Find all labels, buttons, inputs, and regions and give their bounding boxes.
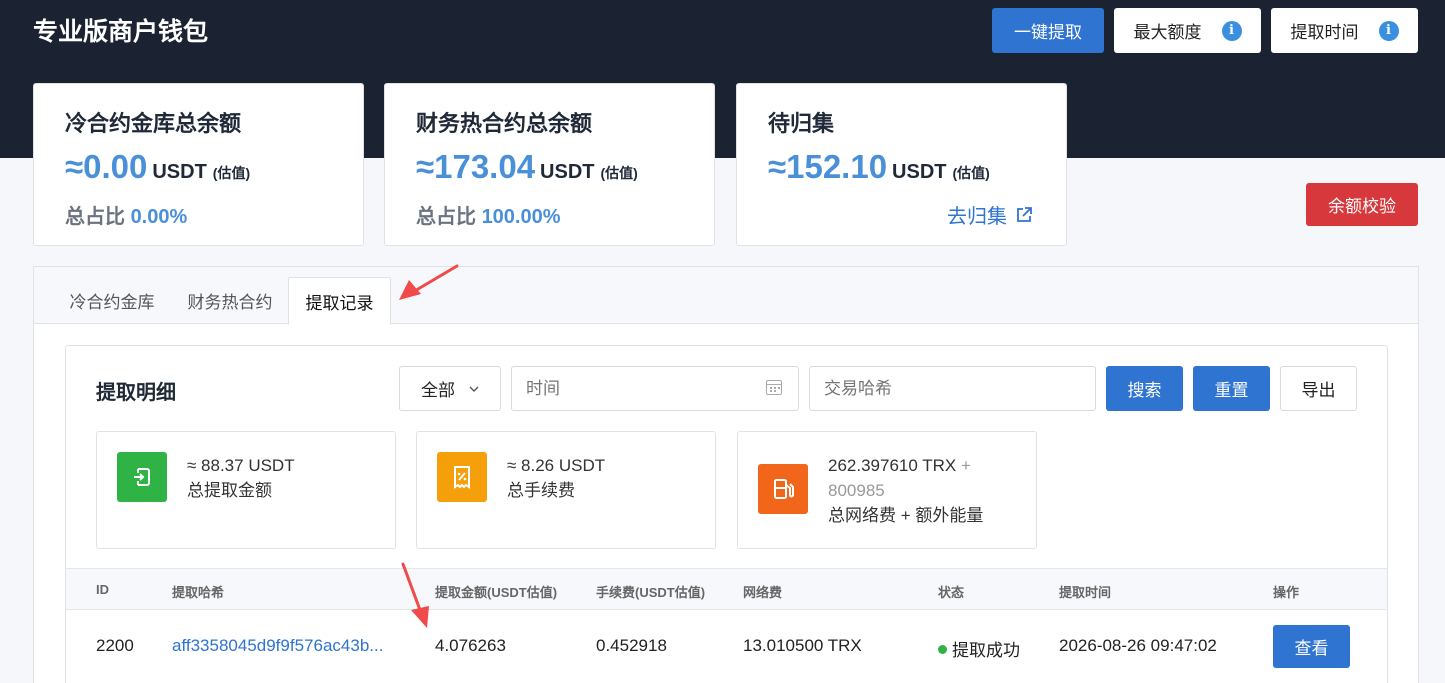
col-hash: 提取哈希 <box>172 585 225 600</box>
withdraw-button-label: 一键提取 <box>1014 23 1082 42</box>
withdraw-detail-panel: 提取明细 全部 搜索 重置 导出 ≈ 88.37 USDT 总提取金额 ≈ 8.… <box>65 345 1388 683</box>
fuel-pump-icon <box>758 464 808 514</box>
card-amount: ≈173.04 USDT (估值) <box>416 148 638 186</box>
card-title: 待归集 <box>768 111 835 136</box>
section-title: 提取明细 <box>96 382 176 404</box>
tab-cold-vault[interactable]: 冷合约金库 <box>52 277 172 324</box>
amount-unit: USDT <box>892 161 947 183</box>
chevron-down-icon <box>469 386 479 392</box>
ratio-value: 0.00% <box>130 206 188 228</box>
summary-label: 总提取金额 <box>187 481 272 500</box>
one-click-withdraw-button[interactable]: 一键提取 <box>992 8 1104 53</box>
withdraw-time-label: 提取时间 <box>1290 23 1359 42</box>
card-title: 财务热合约总余额 <box>416 111 593 136</box>
status-filter-select[interactable]: 全部 <box>399 366 501 411</box>
summary-value: ≈ 8.26 USDT <box>507 456 606 475</box>
max-amount-button[interactable]: 最大额度 i <box>1114 8 1261 53</box>
summary-text: ≈ 88.37 USDT 总提取金额 <box>187 453 295 503</box>
card-ratio: 总占比 0.00% <box>65 200 187 229</box>
row-id: 2200 <box>96 636 134 655</box>
reset-button[interactable]: 重置 <box>1193 366 1270 411</box>
summary-label: 总手续费 <box>507 481 575 500</box>
table-header: ID 提取哈希 提取金额(USDT估值) 手续费(USDT估值) 网络费 状态 … <box>66 568 1387 610</box>
card-amount: ≈152.10 USDT (估值) <box>768 148 990 186</box>
tab-hot-contract[interactable]: 财务热合约 <box>172 277 288 324</box>
view-button[interactable]: 查看 <box>1273 625 1350 668</box>
summary-label: 总网络费 + 额外能量 <box>828 506 984 525</box>
withdraw-icon <box>117 452 167 502</box>
col-fee: 手续费(USDT估值) <box>596 585 706 600</box>
summary-text: ≈ 8.26 USDT 总手续费 <box>507 453 605 503</box>
summary-extra-value: 800985 <box>828 481 885 500</box>
summary-value: 262.397610 TRX <box>828 456 957 475</box>
info-icon: i <box>1378 20 1399 41</box>
withdraw-time-button[interactable]: 提取时间 i <box>1271 8 1418 53</box>
row-network-fee: 13.010500 TRX <box>743 636 862 655</box>
amount-unit: USDT <box>540 161 595 183</box>
card-title: 冷合约金库总余额 <box>65 111 242 136</box>
col-amount: 提取金额(USDT估值) <box>435 585 558 600</box>
status-dot-icon <box>938 645 947 655</box>
summary-text: 262.397610 TRX + 800985 总网络费 + 额外能量 <box>828 453 983 528</box>
amount-estimate: (估值) <box>952 165 990 181</box>
pending-collect-card: 待归集 ≈152.10 USDT (估值) 去归集 <box>736 83 1067 246</box>
balance-verify-button[interactable]: 余额校验 <box>1306 183 1418 226</box>
go-collect-label: 去归集 <box>947 206 1007 228</box>
ratio-label: 总占比 <box>65 206 125 228</box>
row-status: 提取成功 <box>938 636 1020 661</box>
col-status: 状态 <box>938 585 965 600</box>
go-collect-link[interactable]: 去归集 <box>947 200 1033 229</box>
col-id: ID <box>96 582 109 597</box>
total-withdraw-summary: ≈ 88.37 USDT 总提取金额 <box>96 431 396 549</box>
search-button[interactable]: 搜索 <box>1106 366 1183 411</box>
row-time: 2026-08-26 09:47:02 <box>1059 636 1217 655</box>
info-icon: i <box>1221 20 1242 41</box>
max-amount-label: 最大额度 <box>1133 23 1202 42</box>
page-title: 专业版商户钱包 <box>33 18 209 46</box>
tab-withdraw-records[interactable]: 提取记录 <box>288 277 391 325</box>
amount-unit: USDT <box>152 161 207 183</box>
hot-contract-card: 财务热合约总余额 ≈173.04 USDT (估值) 总占比 100.00% <box>384 83 715 246</box>
row-fee: 0.452918 <box>596 636 667 655</box>
amount-estimate: (估值) <box>212 165 251 181</box>
export-button[interactable]: 导出 <box>1280 366 1357 411</box>
col-network-fee: 网络费 <box>743 585 783 600</box>
main-panel: 冷合约金库 财务热合约 提取记录 提取明细 全部 搜索 重置 导出 ≈ 88.3… <box>33 266 1419 683</box>
calendar-icon <box>766 380 782 395</box>
tx-hash-input[interactable] <box>809 366 1096 411</box>
summary-value: ≈ 88.37 USDT <box>187 456 295 475</box>
receipt-percent-icon <box>437 452 487 502</box>
row-amount: 4.076263 <box>435 636 506 655</box>
status-text: 提取成功 <box>952 641 1020 660</box>
network-fee-summary: 262.397610 TRX + 800985 总网络费 + 额外能量 <box>737 431 1037 549</box>
cold-vault-card: 冷合约金库总余额 ≈0.00 USDT (估值) 总占比 0.00% <box>33 83 364 246</box>
ratio-label: 总占比 <box>416 206 476 228</box>
time-input[interactable] <box>511 366 799 411</box>
external-link-icon <box>1017 206 1032 222</box>
row-hash-link[interactable]: aff3358045d9f9f576ac43b... <box>172 636 383 656</box>
total-fee-summary: ≈ 8.26 USDT 总手续费 <box>416 431 716 549</box>
amount-value: ≈173.04 <box>416 148 536 185</box>
col-action: 操作 <box>1273 585 1300 600</box>
summary-plus: + <box>960 456 971 475</box>
status-filter-value: 全部 <box>421 381 455 400</box>
col-time: 提取时间 <box>1059 585 1112 600</box>
ratio-value: 100.00% <box>481 206 561 228</box>
card-ratio: 总占比 100.00% <box>416 200 561 229</box>
amount-estimate: (估值) <box>600 165 638 181</box>
amount-value: ≈152.10 <box>768 148 888 185</box>
verify-label: 余额校验 <box>1328 197 1396 216</box>
card-amount: ≈0.00 USDT (估值) <box>65 148 250 186</box>
tab-bar: 冷合约金库 财务热合约 提取记录 <box>34 267 1418 325</box>
amount-value: ≈0.00 <box>65 148 148 185</box>
